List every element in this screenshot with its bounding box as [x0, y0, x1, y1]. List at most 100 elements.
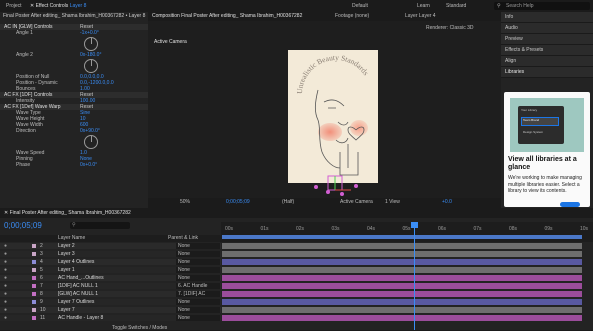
panel-preview[interactable]: Preview: [501, 34, 593, 45]
playhead[interactable]: [414, 222, 415, 330]
renderer-value[interactable]: Classic 3D: [450, 25, 474, 31]
camera-select[interactable]: Active Camera: [340, 200, 373, 205]
label-color-swatch[interactable]: [32, 276, 36, 280]
tab-composition[interactable]: Composition Final Poster After editing_ …: [152, 14, 302, 19]
layer-name[interactable]: AC Hand_...Outlines: [58, 275, 104, 281]
exposure-value[interactable]: +0.0: [442, 200, 452, 205]
label-color-swatch[interactable]: [32, 308, 36, 312]
layer-name[interactable]: Layer 7: [58, 307, 75, 313]
panel-libraries[interactable]: Libraries: [501, 67, 593, 78]
layer-name[interactable]: Layer 1: [58, 267, 75, 273]
parent-select[interactable]: None: [176, 243, 220, 249]
layer-row[interactable]: ● 4 Layer 4 Outlines None: [0, 259, 221, 265]
layer-name[interactable]: Layer 4 Outlines: [58, 259, 94, 265]
layer-duration-bar[interactable]: [222, 315, 582, 321]
parent-select[interactable]: 6. AC Handle: [176, 283, 220, 289]
layer-duration-bar[interactable]: [222, 291, 582, 297]
workspace-standard[interactable]: Standard: [446, 4, 466, 9]
visibility-eye-icon[interactable]: ●: [4, 291, 7, 297]
parent-select[interactable]: None: [176, 315, 220, 321]
comp-timecode[interactable]: 0;00;05;09: [226, 200, 250, 205]
label-color-swatch[interactable]: [32, 244, 36, 248]
work-area-bar[interactable]: [222, 235, 582, 239]
parent-select[interactable]: None: [176, 275, 220, 281]
label-color-swatch[interactable]: [32, 316, 36, 320]
toggle-switches-modes[interactable]: Toggle Switches / Modes: [112, 326, 167, 331]
layer-duration-bar[interactable]: [222, 299, 582, 305]
layer-name[interactable]: [GLW] AC NULL 1: [58, 291, 98, 297]
property-value[interactable]: 0x+90.0°: [80, 128, 100, 134]
layer-name[interactable]: [1DIF] AC NULL 1: [58, 283, 98, 289]
layer-row[interactable]: ● 8 [GLW] AC NULL 1 7. [1DIF] AC: [0, 291, 221, 297]
layer-name[interactable]: Layer 7 Outlines: [58, 299, 94, 305]
tab-project[interactable]: Project: [6, 4, 22, 9]
layer-row[interactable]: ● 11 AC Handle - Layer 8 None: [0, 315, 221, 321]
property-row[interactable]: Angle 2 0x-180.0°: [0, 52, 148, 58]
poster-canvas[interactable]: Unrealistic Beauty Standards: [288, 50, 378, 183]
visibility-eye-icon[interactable]: ●: [4, 315, 7, 321]
workspace-default[interactable]: Default: [352, 4, 368, 9]
layer-row[interactable]: ● 5 Layer 1 None: [0, 267, 221, 273]
layer-duration-bar[interactable]: [222, 267, 582, 273]
panel-audio[interactable]: Audio: [501, 23, 593, 34]
resolution-select[interactable]: (Half): [282, 200, 294, 205]
layer-duration-bar[interactable]: [222, 275, 582, 281]
layer-row[interactable]: ● 2 Layer 2 None: [0, 243, 221, 249]
layer-name[interactable]: Layer 2: [58, 243, 75, 249]
time-ruler[interactable]: 00s 01s 02s 03s 04s 05s 06s 07s 08s 09s 10s: [221, 222, 593, 242]
parent-select[interactable]: None: [176, 251, 220, 257]
search-layers-field[interactable]: ⚲: [70, 222, 130, 229]
view-layout-select[interactable]: 1 View: [385, 200, 400, 205]
visibility-eye-icon[interactable]: ●: [4, 307, 7, 313]
parent-select[interactable]: None: [176, 259, 220, 265]
layer-row[interactable]: ● 3 Layer 3 None: [0, 251, 221, 257]
timeline-timecode[interactable]: 0;00;05;09: [4, 222, 42, 230]
property-row[interactable]: Angle 1 -1x+0.0°: [0, 30, 148, 36]
label-color-swatch[interactable]: [32, 260, 36, 264]
property-value[interactable]: 0x+0.0°: [80, 162, 97, 168]
libraries-scroll-pill[interactable]: [560, 202, 580, 207]
layer-name[interactable]: AC Handle - Layer 8: [58, 315, 103, 321]
visibility-eye-icon[interactable]: ●: [4, 251, 7, 257]
tab-footage[interactable]: Footage (none): [335, 14, 369, 19]
property-row[interactable]: Direction 0x+90.0°: [0, 128, 148, 134]
visibility-eye-icon[interactable]: ●: [4, 243, 7, 249]
layer-duration-bar[interactable]: [222, 259, 582, 265]
label-color-swatch[interactable]: [32, 300, 36, 304]
search-box[interactable]: ⚲ Search Help: [494, 2, 590, 10]
panel-effects-presets[interactable]: Effects & Presets: [501, 45, 593, 56]
timeline-tab[interactable]: ✕ Final Poster After editing_ Shama Ibra…: [4, 211, 131, 216]
parent-select[interactable]: None: [176, 307, 220, 313]
zoom-level[interactable]: 50%: [180, 200, 190, 205]
direction-dial[interactable]: [84, 135, 98, 149]
layer-row[interactable]: ● 9 Layer 7 Outlines None: [0, 299, 221, 305]
parent-select[interactable]: None: [176, 267, 220, 273]
tab-layer[interactable]: Layer Layer 4: [405, 14, 436, 19]
visibility-eye-icon[interactable]: ●: [4, 259, 7, 265]
layer-row[interactable]: ● 6 AC Hand_...Outlines None: [0, 275, 221, 281]
tab-effect-controls[interactable]: ✕ Effect Controls Layer 8: [30, 4, 86, 9]
layer-duration-bar[interactable]: [222, 307, 582, 313]
angle-dial[interactable]: [84, 59, 98, 73]
layer-duration-bar[interactable]: [222, 243, 582, 249]
layer-row[interactable]: ● 7 [1DIF] AC NULL 1 6. AC Handle: [0, 283, 221, 289]
panel-align[interactable]: Align: [501, 56, 593, 67]
visibility-eye-icon[interactable]: ●: [4, 283, 7, 289]
label-color-swatch[interactable]: [32, 252, 36, 256]
playhead-handle[interactable]: [411, 222, 418, 228]
visibility-eye-icon[interactable]: ●: [4, 267, 7, 273]
visibility-eye-icon[interactable]: ●: [4, 299, 7, 305]
parent-select[interactable]: None: [176, 299, 220, 305]
label-color-swatch[interactable]: [32, 292, 36, 296]
layer-duration-bar[interactable]: [222, 283, 582, 289]
workspace-learn[interactable]: Learn: [417, 4, 430, 9]
property-value[interactable]: 0x-180.0°: [80, 52, 101, 58]
visibility-eye-icon[interactable]: ●: [4, 275, 7, 281]
property-value[interactable]: -1x+0.0°: [80, 30, 99, 36]
property-row[interactable]: Phase 0x+0.0°: [0, 162, 148, 168]
layer-name[interactable]: Layer 3: [58, 251, 75, 257]
angle-dial[interactable]: [84, 37, 98, 51]
parent-select[interactable]: 7. [1DIF] AC: [176, 291, 220, 297]
label-color-swatch[interactable]: [32, 268, 36, 272]
layer-row[interactable]: ● 10 Layer 7 None: [0, 307, 221, 313]
